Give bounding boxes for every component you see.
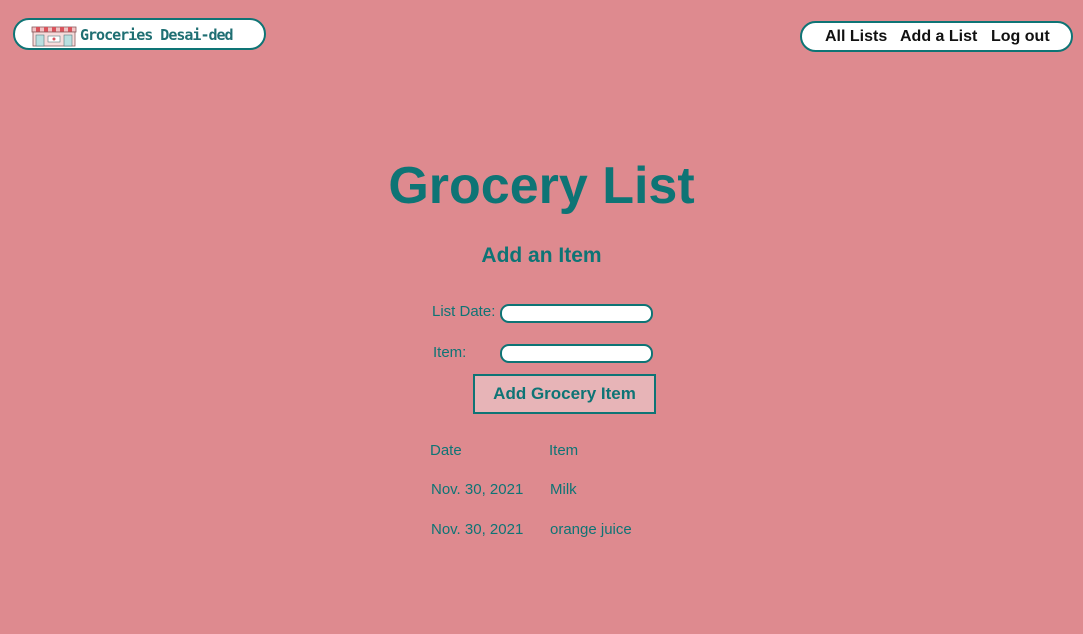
list-date-field[interactable] bbox=[500, 304, 653, 323]
page-title: Grocery List bbox=[388, 157, 695, 215]
table-cell-item: orange juice bbox=[550, 521, 632, 538]
nav-all-lists[interactable]: All Lists bbox=[825, 28, 887, 46]
logo-text: Groceries Desai-ded bbox=[80, 26, 234, 44]
item-field[interactable] bbox=[500, 344, 653, 363]
top-nav: All Lists Add a List Log out bbox=[800, 21, 1073, 52]
table-cell-item: Milk bbox=[550, 481, 577, 498]
list-date-label: List Date: bbox=[432, 303, 496, 320]
page-subtitle: Add an Item bbox=[481, 244, 602, 267]
grocery-store-icon bbox=[31, 26, 77, 47]
table-cell-date: Nov. 30, 2021 bbox=[431, 481, 524, 498]
table-header-item: Item bbox=[549, 442, 579, 459]
nav-log-out[interactable]: Log out bbox=[991, 28, 1050, 46]
item-label: Item: bbox=[433, 344, 467, 361]
table-cell-date: Nov. 30, 2021 bbox=[431, 521, 524, 538]
add-grocery-item-button[interactable]: Add Grocery Item bbox=[473, 374, 656, 414]
logo-link[interactable]: Groceries Desai-ded bbox=[13, 18, 266, 50]
table-header-date: Date bbox=[430, 442, 462, 459]
nav-add-list[interactable]: Add a List bbox=[900, 28, 977, 46]
